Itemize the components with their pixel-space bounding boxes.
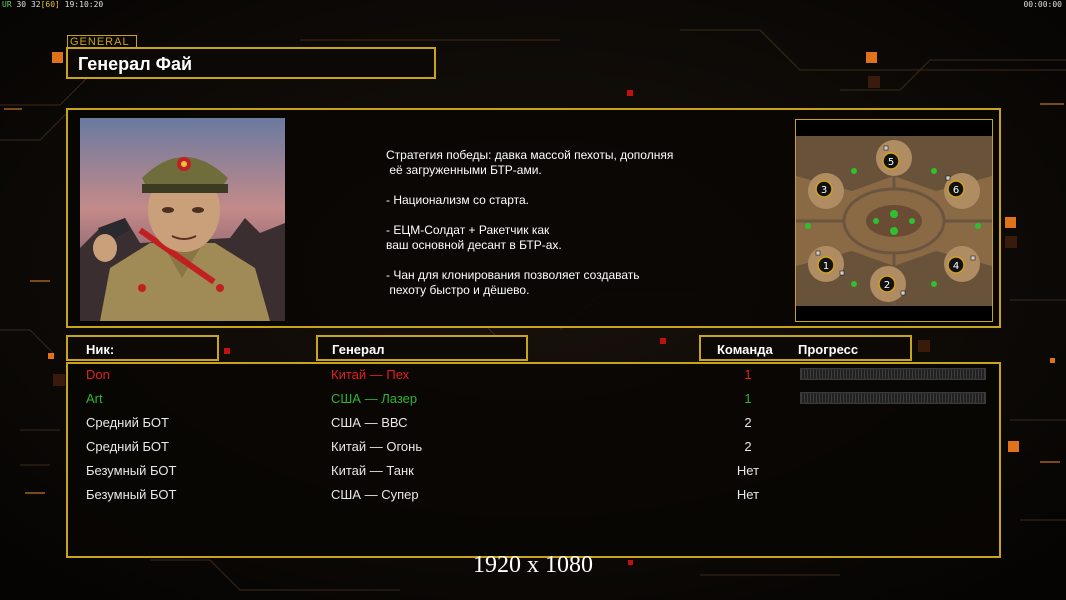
- player-team[interactable]: 1: [708, 367, 788, 382]
- player-row[interactable]: Безумный БОТ Китай — Танк Нет: [68, 461, 1003, 481]
- page-title: Генерал Фай: [78, 54, 193, 74]
- hud-timer: 00:00:00: [1023, 0, 1062, 9]
- hud-value-b: 32: [30, 0, 41, 9]
- header-nick: Ник:: [66, 335, 219, 361]
- general-portrait: [80, 118, 285, 321]
- title-panel: Генерал Фай: [66, 47, 436, 79]
- player-team[interactable]: Нет: [708, 463, 788, 478]
- header-general: Генерал: [316, 335, 528, 361]
- player-name: Art: [86, 391, 103, 406]
- header-progress-label: Прогресс: [798, 342, 859, 357]
- strategy-description: Стратегия победы: давка массой пехоты, д…: [386, 148, 674, 297]
- player-general[interactable]: США — ВВС: [331, 415, 408, 430]
- player-row[interactable]: Don Китай — Пех 1: [68, 365, 1003, 385]
- player-row[interactable]: Средний БОТ США — ВВС 2: [68, 413, 1003, 433]
- player-progress-bar: [800, 368, 986, 380]
- player-row[interactable]: Безумный БОТ США — Супер Нет: [68, 485, 1003, 505]
- player-name: Средний БОТ: [86, 439, 169, 454]
- player-list: Don Китай — Пех 1 Art США — Лазер 1 Средний БО…: [66, 362, 1001, 558]
- player-row[interactable]: Средний БОТ Китай — Огонь 2: [68, 437, 1003, 457]
- player-team[interactable]: 1: [708, 391, 788, 406]
- player-name: Безумный БОТ: [86, 487, 177, 502]
- resolution-label: 1920 x 1080: [473, 552, 593, 578]
- hud-value-c: [60]: [40, 0, 60, 9]
- header-team-label: Команда: [717, 342, 773, 357]
- header-team-progress: Команда Прогресс: [699, 335, 912, 361]
- player-general[interactable]: Китай — Огонь: [331, 439, 422, 454]
- minimap-image: 1 2 3 4 5 6: [796, 136, 992, 306]
- header-general-label: Генерал: [332, 342, 385, 357]
- minimap-slot-6: 6: [953, 185, 959, 196]
- header-nick-label: Ник:: [86, 342, 115, 357]
- player-team[interactable]: 2: [708, 439, 788, 454]
- minimap-slot-4: 4: [953, 261, 959, 272]
- minimap-slot-1: 1: [823, 261, 829, 272]
- player-general[interactable]: США — Супер: [331, 487, 419, 502]
- minimap-slot-5: 5: [888, 157, 894, 168]
- player-general[interactable]: Китай — Пех: [331, 367, 409, 382]
- hud-status: UR 30 32[60] 19:10:20: [2, 0, 103, 9]
- player-name: Средний БОТ: [86, 415, 169, 430]
- hud-clock: 19:10:20: [64, 0, 104, 9]
- general-info-panel: Стратегия победы: давка массой пехоты, д…: [66, 108, 1001, 328]
- player-name: Безумный БОТ: [86, 463, 177, 478]
- hud-prefix: UR: [2, 0, 12, 9]
- player-general[interactable]: Китай — Танк: [331, 463, 414, 478]
- hud-value-a: 30: [16, 0, 27, 9]
- minimap-slot-2: 2: [884, 280, 890, 291]
- player-progress-bar: [800, 392, 986, 404]
- player-row[interactable]: Art США — Лазер 1: [68, 389, 1003, 409]
- player-name: Don: [86, 367, 110, 382]
- minimap: 1 2 3 4 5 6: [795, 119, 993, 322]
- player-team[interactable]: 2: [708, 415, 788, 430]
- minimap-slot-3: 3: [821, 185, 827, 196]
- player-general[interactable]: США — Лазер: [331, 391, 417, 406]
- player-team[interactable]: Нет: [708, 487, 788, 502]
